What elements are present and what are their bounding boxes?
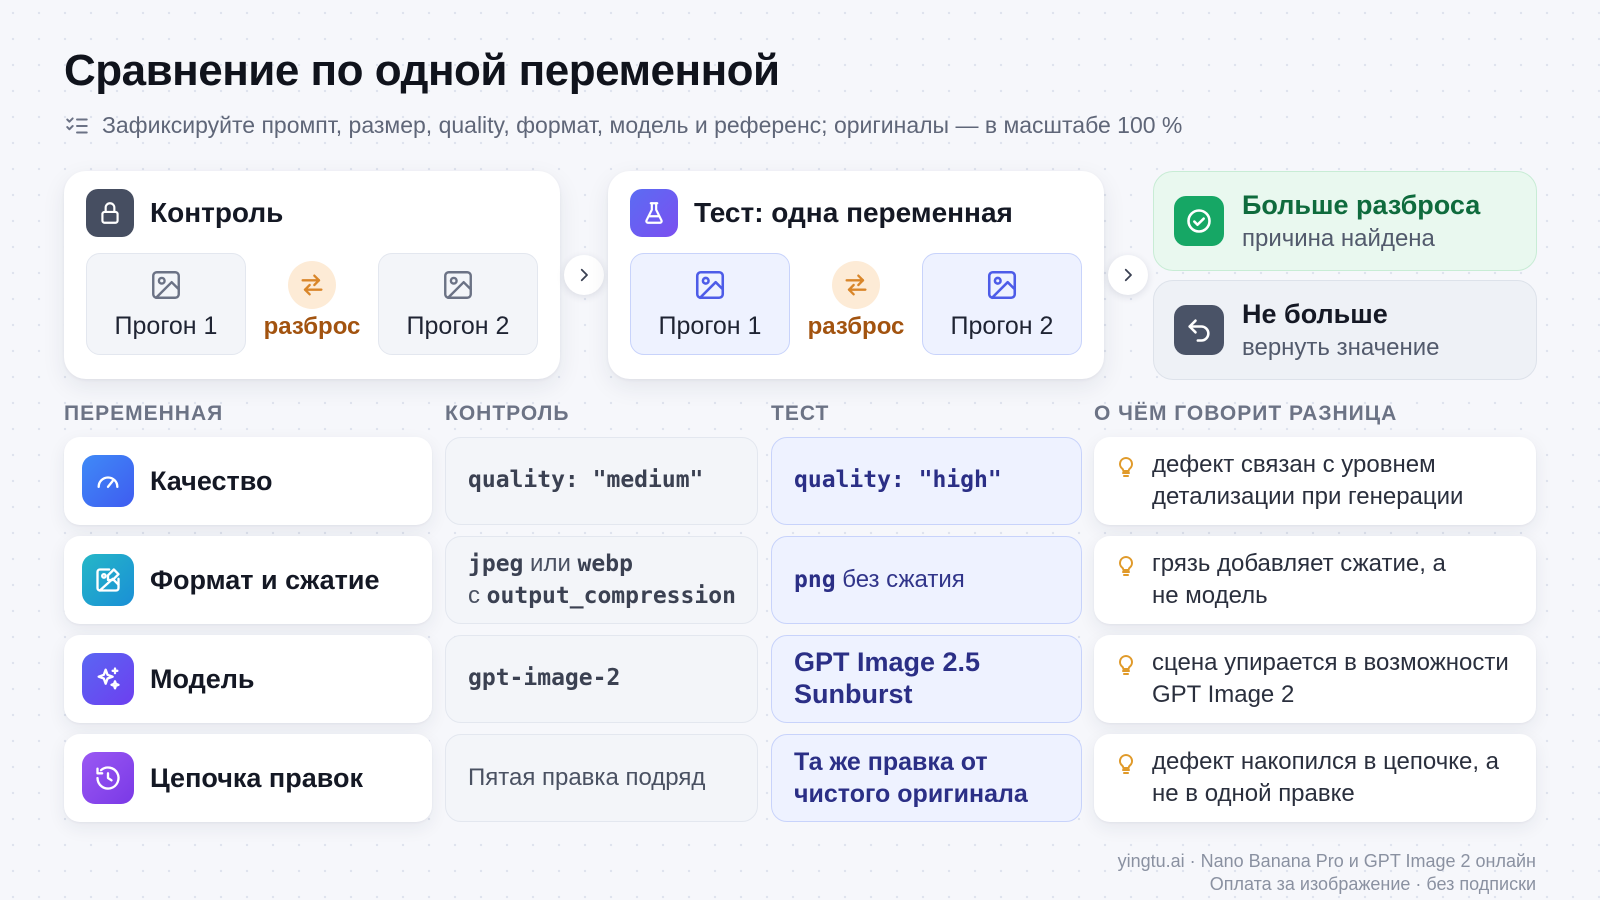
control-text: или [523, 549, 578, 577]
lightbulb-icon [1119, 754, 1133, 774]
image-edit-icon [82, 554, 134, 606]
control-spread: разброс [260, 261, 364, 341]
control-card-title: Контроль [150, 197, 284, 228]
test-card-title: Тест: одна переменная [694, 197, 1013, 228]
footer: yingtu.ai · Nano Banana Pro и GPT Image … [1118, 850, 1536, 897]
column-header-meaning: О ЧЁМ ГОВОРИТ РАЗНИЦА [1094, 402, 1398, 425]
test-run-1: Прогон 1 [630, 253, 790, 355]
test-spread-label: разброс [807, 313, 905, 340]
variable-label: Модель [150, 663, 255, 694]
control-code: gpt-image-2 [468, 665, 621, 692]
control-card-header: Контроль [86, 189, 283, 237]
control-spread-label: разброс [263, 313, 361, 340]
test-value-edit-chain: Та же правка от чистого оригинала [771, 734, 1082, 822]
test-text: Та же правка от чистого оригинала [794, 747, 1028, 809]
test-run-2: Прогон 2 [922, 253, 1082, 355]
control-value-edit-chain: Пятая правка подряд [445, 734, 758, 822]
image-icon [152, 270, 180, 299]
test-run-1-label: Прогон 1 [658, 311, 762, 340]
test-value-format: png без сжатия [771, 536, 1082, 624]
control-value-quality: quality: "medium" [445, 437, 758, 525]
control-run-1-label: Прогон 1 [114, 311, 218, 340]
note-text: дефект накопился в цепочке, а не в одной… [1152, 748, 1500, 807]
footer-line-1: yingtu.ai · Nano Banana Pro и GPT Image … [1117, 851, 1536, 871]
sparkles-icon [82, 653, 134, 705]
control-code: jpeg [468, 550, 524, 577]
column-header-variable: ПЕРЕМЕННАЯ [64, 402, 224, 425]
result-not-more: Не больше вернуть значение [1153, 280, 1537, 380]
control-value-model: gpt-image-2 [445, 635, 758, 723]
gauge-icon [82, 455, 134, 507]
variable-edit-chain: Цепочка правок [64, 734, 432, 822]
result-not-more-sub: вернуть значение [1242, 333, 1440, 361]
chevron-right-icon [1108, 255, 1148, 295]
column-header-test: ТЕСТ [771, 402, 830, 425]
test-value-quality: quality: "high" [771, 437, 1082, 525]
result-more-title: Больше разброса [1242, 189, 1481, 220]
check-circle-icon [1174, 196, 1224, 246]
lightbulb-icon [1119, 655, 1133, 675]
image-icon [695, 270, 725, 299]
result-more-spread: Больше разброса причина найдена [1153, 171, 1537, 271]
test-card: Тест: одна переменная Прогон 1 разброс П… [608, 171, 1104, 379]
lightbulb-icon [1119, 457, 1133, 477]
note-text: грязь добавляет сжатие, а не модель [1152, 550, 1446, 609]
control-value-format: jpeg или webp с output_compression [445, 536, 758, 624]
control-run-2: Прогон 2 [378, 253, 538, 355]
swap-arrows-icon [832, 261, 880, 309]
result-more-sub: причина найдена [1242, 224, 1435, 252]
control-run-2-label: Прогон 2 [406, 311, 510, 340]
chevron-right-icon [564, 255, 604, 295]
control-text: Пятая правка подряд [468, 763, 706, 791]
note-text: сцена упирается в возможности GPT Image … [1152, 649, 1509, 708]
test-value-model: GPT Image 2.5 Sunburst [771, 635, 1082, 723]
test-text: без сжатия [835, 566, 965, 594]
control-text: с [468, 582, 487, 609]
control-code: quality: "medium" [468, 467, 704, 494]
image-icon [987, 270, 1017, 299]
note-format: грязь добавляет сжатие, а не модель [1094, 536, 1536, 624]
note-model: сцена упирается в возможности GPT Image … [1094, 635, 1536, 723]
variable-quality: Качество [64, 437, 432, 525]
history-icon [82, 752, 134, 804]
note-quality: дефект связан с уровнем детализации при … [1094, 437, 1536, 525]
flask-icon [630, 189, 678, 237]
swap-arrows-icon [288, 261, 336, 309]
test-code: png [794, 567, 836, 594]
variable-model: Модель [64, 635, 432, 723]
control-code: webp [577, 550, 633, 577]
checklist-icon [66, 116, 88, 133]
control-run-1: Прогон 1 [86, 253, 246, 355]
test-spread: разброс [804, 261, 908, 341]
variable-label: Формат и сжатие [150, 564, 380, 595]
lightbulb-icon [1119, 556, 1133, 576]
variable-label: Качество [150, 465, 273, 496]
test-text: GPT Image 2.5 Sunburst [794, 647, 981, 709]
note-text: дефект связан с уровнем детализации при … [1152, 451, 1464, 510]
result-not-more-title: Не больше [1242, 298, 1388, 329]
variable-format: Формат и сжатие [64, 536, 432, 624]
image-icon [444, 270, 472, 299]
variable-label: Цепочка правок [150, 762, 363, 793]
note-edit-chain: дефект накопился в цепочке, а не в одной… [1094, 734, 1536, 822]
column-header-control: КОНТРОЛЬ [445, 402, 570, 425]
footer-line-2: Оплата за изображение · без подписки [1209, 874, 1536, 895]
subtitle-text: Зафиксируйте промпт, размер, quality, фо… [102, 112, 1183, 138]
test-card-header: Тест: одна переменная [630, 189, 1013, 237]
test-run-2-label: Прогон 2 [950, 311, 1054, 340]
test-code: quality: "high" [794, 467, 1002, 494]
page-title: Сравнение по одной переменной [64, 46, 780, 95]
page-subtitle: Зафиксируйте промпт, размер, quality, фо… [64, 112, 1182, 139]
control-code: output_compression [486, 583, 736, 609]
control-card: Контроль Прогон 1 разброс Прогон 2 [64, 171, 560, 379]
lock-icon [86, 189, 134, 237]
undo-icon [1174, 305, 1224, 355]
